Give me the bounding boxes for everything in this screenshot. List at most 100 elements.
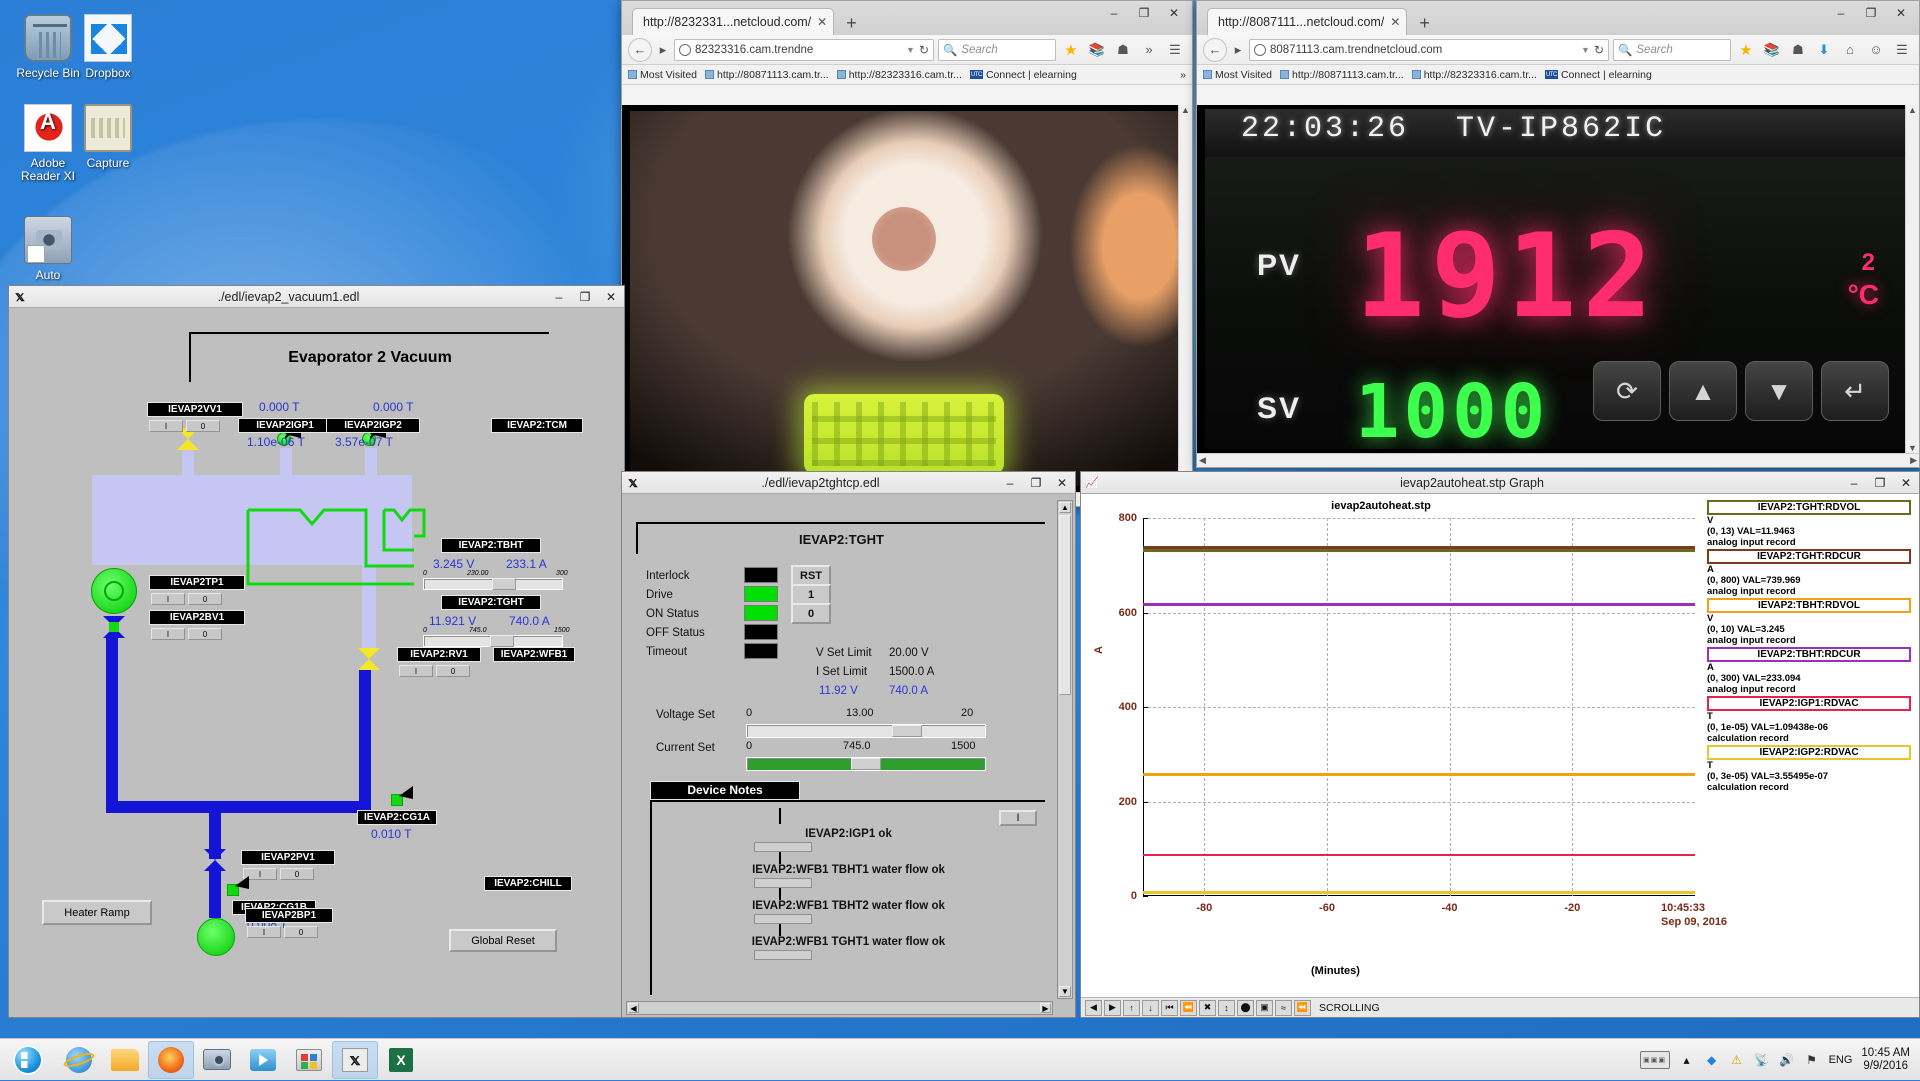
label-pv1[interactable]: IEVAP2PV1 bbox=[241, 850, 335, 865]
menu-icon[interactable]: ☰ bbox=[1891, 39, 1913, 61]
taskbar[interactable]: 𝕩 X ▣▣▣ ▴ ◆ ⚠ 📡 🔊 ⚑ ENG 10:45 AM 9/9/201… bbox=[0, 1038, 1920, 1080]
browser1-tab[interactable]: http://8232331...netcloud.com/ ✕ bbox=[632, 8, 835, 35]
taskbar-media-player[interactable] bbox=[240, 1041, 286, 1079]
close-icon[interactable]: ✕ bbox=[817, 15, 827, 29]
voltage-slider-thumb[interactable] bbox=[892, 725, 922, 737]
bookmark-connect-elearning[interactable]: UTC Connect | elearning bbox=[1544, 69, 1652, 81]
label-rv1[interactable]: IEVAP2:RV1 bbox=[397, 647, 481, 662]
browser-window-1[interactable]: http://8232331...netcloud.com/ ✕ + – ❐ ✕… bbox=[621, 0, 1193, 507]
forward-icon[interactable]: ▸ bbox=[656, 39, 670, 61]
maximize-icon[interactable]: ❐ bbox=[1857, 3, 1885, 23]
bookmark-star-icon[interactable]: ★ bbox=[1060, 39, 1082, 61]
scroll-left-icon[interactable]: ◀ bbox=[628, 1003, 639, 1013]
tght-vscrollbar[interactable]: ▲ ▼ bbox=[1057, 500, 1073, 999]
label-wfb1[interactable]: IEVAP2:WFB1 bbox=[493, 647, 575, 662]
heater-ramp-button[interactable]: Heater Ramp bbox=[42, 900, 152, 925]
close-icon[interactable]: ✕ bbox=[1893, 473, 1919, 493]
label-bp1[interactable]: IEVAP2BP1 bbox=[245, 908, 333, 923]
maximize-icon[interactable]: ❐ bbox=[1130, 3, 1158, 23]
drive-off-button[interactable]: 0 bbox=[791, 603, 831, 624]
scroll-right-icon[interactable]: ▶ bbox=[1910, 455, 1917, 466]
graph-window-titlebar[interactable]: 📈 ievap2autoheat.stp Graph – ❐ ✕ bbox=[1081, 472, 1919, 494]
bookmark-cam-80871113[interactable]: http://80871113.cam.tr... bbox=[1280, 69, 1404, 81]
bookmark-cam-82323316[interactable]: http://82323316.cam.tr... bbox=[1411, 69, 1537, 81]
expand-icon[interactable]: ↕ bbox=[1218, 999, 1235, 1016]
scroll-down-icon[interactable]: ▼ bbox=[1059, 986, 1071, 997]
tp1-off-button[interactable]: 0 bbox=[188, 593, 222, 605]
tght-control-window[interactable]: 𝕩 ./edl/ievap2tghtcp.edl – ❐ ✕ ▲ ▼ ◀ ▶ I… bbox=[621, 471, 1076, 1018]
bp1-on-button[interactable]: I bbox=[247, 926, 281, 938]
clock[interactable]: 10:45 AM 9/9/2016 bbox=[1861, 1047, 1910, 1073]
taskbar-xterm[interactable]: 𝕩 bbox=[332, 1040, 378, 1079]
browser2-vscrollbar[interactable]: ▲ ▼ bbox=[1905, 105, 1919, 453]
valve-rv1-icon[interactable] bbox=[358, 648, 380, 670]
browser-window-2[interactable]: http://8087111...netcloud.com/ ✕ + – ❐ ✕… bbox=[1196, 0, 1920, 468]
scroll-down-icon[interactable]: ▼ bbox=[1908, 443, 1917, 453]
vacuum-window[interactable]: 𝕩 ./edl/ievap2_vacuum1.edl – ❐ ✕ Evapora… bbox=[8, 285, 625, 1018]
reload-icon[interactable]: ↻ bbox=[919, 43, 929, 57]
label-tbht[interactable]: IEVAP2:TBHT bbox=[441, 538, 541, 553]
graph-window[interactable]: 📈 ievap2autoheat.stp Graph – ❐ ✕ ievap2a… bbox=[1080, 471, 1920, 1018]
grid-icon[interactable]: ▣ bbox=[1256, 999, 1273, 1016]
note-bar-1[interactable] bbox=[754, 842, 812, 852]
taskbar-internet-explorer[interactable] bbox=[56, 1041, 102, 1079]
library-icon[interactable]: 📚 bbox=[1086, 39, 1108, 61]
vv1-controls[interactable]: I 0 bbox=[149, 420, 220, 432]
minimize-icon[interactable]: – bbox=[997, 473, 1023, 493]
label-igp1[interactable]: IEVAP2IGP1 bbox=[238, 418, 332, 433]
rv1-on-button[interactable]: I bbox=[399, 665, 433, 677]
label-tcm[interactable]: IEVAP2:TCM bbox=[491, 418, 583, 433]
keyboard-icon[interactable]: ▣▣▣ bbox=[1639, 1050, 1670, 1069]
chevron-down-icon[interactable]: ▼ bbox=[906, 45, 915, 55]
desktop-icon-auto[interactable]: Auto bbox=[2, 216, 94, 283]
up-icon[interactable]: ↑ bbox=[1123, 999, 1140, 1016]
scroll-left-icon[interactable]: ◀ bbox=[1199, 455, 1206, 466]
bv1-off-button[interactable]: 0 bbox=[188, 628, 222, 640]
browser2-search-input[interactable]: 🔍 Search bbox=[1613, 38, 1731, 61]
scroll-icon[interactable]: ⏪ bbox=[1294, 999, 1311, 1016]
bookmarks-overflow-icon[interactable]: » bbox=[1180, 69, 1186, 81]
tp1-on-button[interactable]: I bbox=[151, 593, 185, 605]
vv1-off-button[interactable]: 0 bbox=[186, 420, 220, 432]
language-indicator[interactable]: ENG bbox=[1829, 1054, 1853, 1066]
tght-slider[interactable] bbox=[423, 635, 563, 647]
close-icon[interactable]: ✕ bbox=[1049, 473, 1075, 493]
browser1-search-input[interactable]: 🔍 Search bbox=[938, 38, 1056, 61]
label-vv1[interactable]: IEVAP2VV1 bbox=[147, 402, 243, 417]
back-icon[interactable]: ← bbox=[628, 37, 652, 62]
home-icon[interactable]: ⌂ bbox=[1839, 39, 1861, 61]
bookmark-connect-elearning[interactable]: UTC Connect | elearning bbox=[969, 69, 1077, 81]
legend-entry-igp2-rdvac[interactable]: IEVAP2:IGP2:RDVAC T (0, 3e-05) VAL=3.554… bbox=[1707, 745, 1911, 793]
scroll-up-icon[interactable]: ▲ bbox=[1908, 105, 1917, 115]
start-button[interactable] bbox=[0, 1039, 56, 1081]
prev-icon[interactable]: ◀ bbox=[1085, 999, 1102, 1016]
label-igp2[interactable]: IEVAP2IGP2 bbox=[326, 418, 420, 433]
notes-toggle-button[interactable]: I bbox=[999, 810, 1037, 826]
label-cg1a[interactable]: IEVAP2:CG1A bbox=[357, 810, 437, 825]
browser2-hscrollbar[interactable]: ◀ ▶ bbox=[1197, 453, 1919, 467]
next-icon[interactable]: ▶ bbox=[1104, 999, 1121, 1016]
device-notes-label[interactable]: Device Notes bbox=[650, 781, 800, 800]
new-tab-button[interactable]: + bbox=[1413, 14, 1436, 32]
close-icon[interactable]: ✕ bbox=[1887, 3, 1915, 23]
back-icon[interactable]: ← bbox=[1203, 37, 1227, 62]
taskbar-excel[interactable]: X bbox=[378, 1041, 424, 1079]
bookmark-cam-80871113[interactable]: http://80871113.cam.tr... bbox=[705, 69, 829, 81]
overflow-icon[interactable]: » bbox=[1138, 39, 1160, 61]
tght-window-titlebar[interactable]: 𝕩 ./edl/ievap2tghtcp.edl – ❐ ✕ bbox=[622, 472, 1075, 494]
voltage-set-slider[interactable] bbox=[746, 724, 986, 738]
minimize-icon[interactable]: – bbox=[1100, 3, 1128, 23]
current-slider-thumb[interactable] bbox=[851, 758, 881, 770]
note-bar-2[interactable] bbox=[754, 878, 812, 888]
minimize-icon[interactable]: – bbox=[1827, 3, 1855, 23]
bp1-controls[interactable]: I 0 bbox=[247, 926, 318, 938]
desktop-icon-dropbox[interactable]: Dropbox bbox=[62, 14, 154, 81]
maximize-icon[interactable]: ❐ bbox=[1867, 473, 1893, 493]
backing-pump-bp1-icon[interactable] bbox=[197, 918, 235, 956]
browser1-vscrollbar[interactable]: ▲ ▼ bbox=[1178, 105, 1192, 492]
vv1-on-button[interactable]: I bbox=[149, 420, 183, 432]
label-bv1[interactable]: IEVAP2BV1 bbox=[149, 610, 245, 625]
download-icon[interactable]: ⬇ bbox=[1813, 39, 1835, 61]
pv1-off-button[interactable]: 0 bbox=[280, 868, 314, 880]
bookmark-star-icon[interactable]: ★ bbox=[1735, 39, 1757, 61]
